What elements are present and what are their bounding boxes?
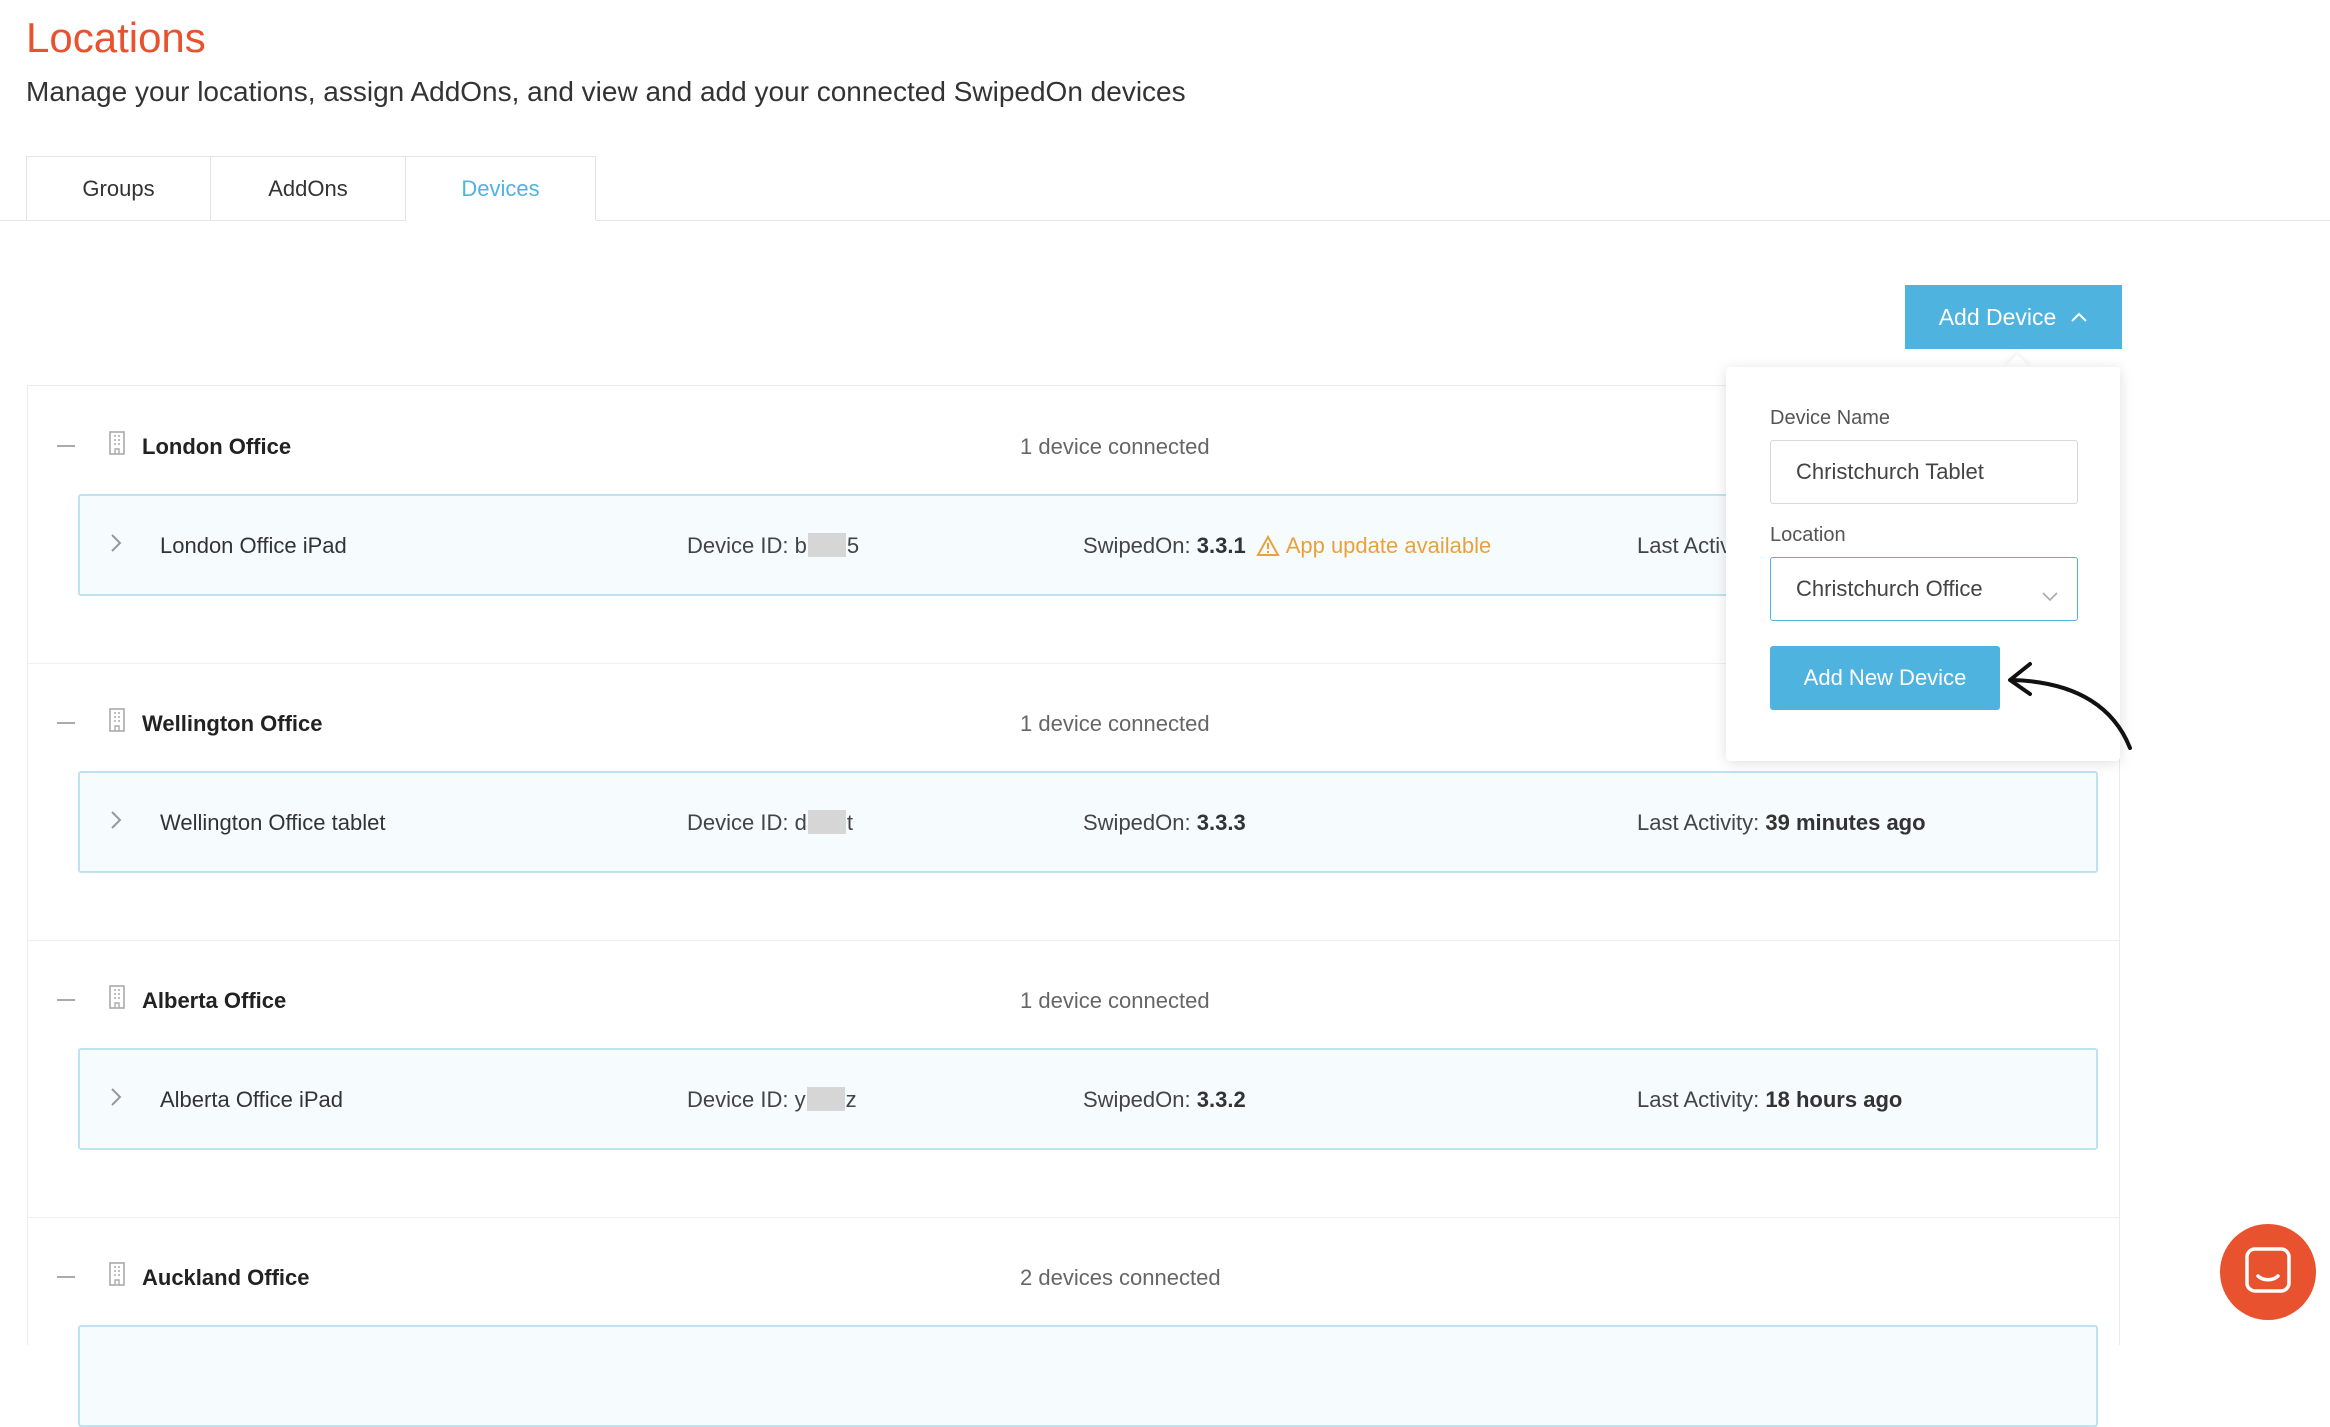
device-count: 1 device connected [1020,711,1210,736]
chat-launcher-button[interactable] [2220,1224,2316,1320]
device-id: Device ID: dt [687,810,853,835]
tab-addons[interactable]: AddOns [211,156,406,220]
building-icon [108,708,126,737]
active-tab-gap [406,220,596,221]
annotation-arrow-icon [2000,640,2140,765]
device-name-input[interactable]: Christchurch Tablet [1770,440,2078,504]
chevron-down-icon [2041,583,2059,609]
page-subtitle: Manage your locations, assign AddOns, an… [26,76,1186,107]
device-name: Wellington Office tablet [160,810,386,835]
redaction-mask [806,1087,845,1111]
swipedon-version: SwipedOn: 3.3.2 [1083,1087,1246,1112]
device-row[interactable] [78,1325,2098,1427]
redaction-mask [807,810,846,834]
device-id: Device ID: b5 [687,533,860,558]
chevron-right-icon[interactable] [110,1087,122,1112]
group-name: Wellington Office [142,711,323,736]
device-name-label: Device Name [1770,407,1891,429]
device-row[interactable]: Wellington Office tablet Device ID: dt S… [78,771,2098,873]
group-header-alberta[interactable]: Alberta Office 1 device connected [28,971,2119,1031]
collapse-icon[interactable] [57,445,75,447]
chevron-right-icon[interactable] [110,810,122,835]
device-id: Device ID: yz [687,1087,857,1112]
collapse-icon[interactable] [57,999,75,1001]
collapse-icon[interactable] [57,1276,75,1278]
device-name: Alberta Office iPad [160,1087,344,1112]
tab-groups[interactable]: Groups [26,156,211,220]
building-icon [108,985,126,1014]
collapse-icon[interactable] [57,722,75,724]
location-select-value: Christchurch Office [1796,576,1983,601]
building-icon [108,1262,126,1291]
add-device-button[interactable]: Add Device [1905,285,2122,349]
warning-icon [1255,534,1280,556]
tab-devices[interactable]: Devices [406,156,596,220]
device-count: 2 devices connected [1020,1265,1221,1290]
group-name: Auckland Office [142,1265,310,1290]
group-divider [28,940,2119,941]
group-name: Alberta Office [142,988,287,1013]
device-count: 1 device connected [1020,988,1210,1013]
tab-bar: Groups AddOns Devices [26,156,596,220]
group-divider [28,1217,2119,1218]
swipedon-version: SwipedOn: 3.3.3 [1083,810,1246,835]
chat-icon [2244,1246,2292,1299]
device-row[interactable]: Alberta Office iPad Device ID: yz Swiped… [78,1048,2098,1150]
group-name: London Office [142,434,292,459]
update-warning[interactable]: App update available [1255,533,1491,558]
tabs-divider [0,220,2330,221]
device-name: London Office iPad [160,533,347,558]
location-select[interactable]: Christchurch Office [1770,557,2078,621]
chevron-right-icon[interactable] [110,533,122,558]
add-new-device-button[interactable]: Add New Device [1770,646,2000,710]
device-count: 1 device connected [1020,434,1210,459]
page-title: Locations [26,14,206,61]
building-icon [108,431,126,460]
location-label: Location [1770,524,1846,546]
group-header-auckland[interactable]: Auckland Office 2 devices connected [28,1248,2119,1308]
add-device-label: Add Device [1938,303,2057,330]
chevron-up-icon [2070,311,2088,323]
last-activity: Last Activity: 39 minutes ago [1637,810,1926,835]
redaction-mask [807,533,846,557]
last-activity: Last Activity: 18 hours ago [1637,1087,1903,1112]
swipedon-version: SwipedOn: 3.3.1 App update available [1083,533,1492,558]
